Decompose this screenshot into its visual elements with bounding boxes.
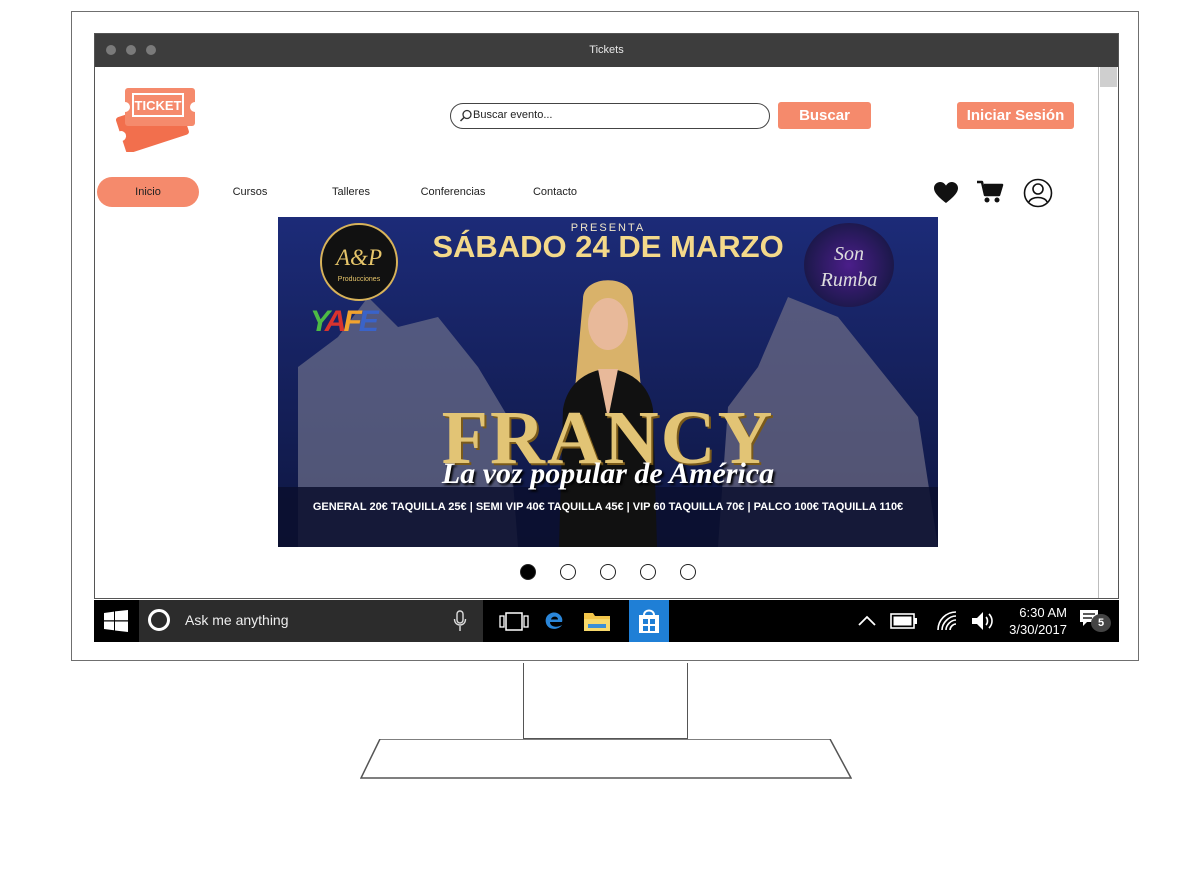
clock-time: 6:30 AM [1019,605,1067,620]
carousel-dot-5[interactable] [680,564,696,580]
clock-date: 3/30/2017 [1009,622,1067,637]
login-button[interactable]: Iniciar Sesión [957,102,1074,129]
search-input[interactable] [473,107,753,123]
windows-start-icon[interactable] [104,610,128,632]
nav-item-contacto[interactable]: Contacto [504,177,606,207]
nav-item-talleres[interactable]: Talleres [300,177,402,207]
son-rumba-logo: Son Rumba [804,223,894,307]
ap-producciones-logo: A&P Producciones [320,223,398,301]
user-icon[interactable] [1023,178,1053,208]
battery-icon[interactable] [890,613,918,629]
title-bar: Tickets [95,34,1118,67]
cart-icon[interactable] [976,180,1004,204]
ap-logo-text: A&P [336,245,382,270]
carousel-dot-3[interactable] [600,564,616,580]
monitor-base [360,739,852,779]
cortana-icon [148,609,170,631]
event-banner[interactable]: PRESENTA SÁBADO 24 DE MARZO A&P Producci… [278,217,938,547]
search-icon [459,109,472,122]
vertical-scrollbar[interactable] [1098,67,1118,598]
store-icon [639,609,659,633]
artist-tagline: La voz popular de América [441,457,775,490]
monitor-neck [523,663,688,739]
wifi-icon[interactable] [936,610,958,632]
windows-taskbar: Ask me anything 6:30 AM 3/30/2017 5 [94,600,1119,642]
window-title: Tickets [589,44,624,56]
cortana-search-box[interactable]: Ask me anything [139,600,483,642]
nav-item-conferencias[interactable]: Conferencias [402,177,504,207]
search-box[interactable] [450,103,770,129]
ap-logo-subtext: Producciones [337,276,381,283]
son-rumba-text: Son Rumba [820,243,878,291]
system-clock[interactable]: 6:30 AM 3/30/2017 [1009,604,1067,638]
nav-item-cursos[interactable]: Cursos [199,177,301,207]
ticket-prices: GENERAL 20€ TAQUILLA 25€ | SEMI VIP 40€ … [312,501,904,513]
chevron-up-icon[interactable] [858,614,876,626]
volume-icon[interactable] [971,610,997,632]
edge-browser-icon[interactable] [543,610,565,632]
scrollbar-thumb[interactable] [1100,67,1117,87]
yafe-logo: YAFE [310,305,379,338]
nav-item-inicio[interactable]: Inicio [97,177,199,207]
cortana-placeholder: Ask me anything [185,612,289,628]
carousel-dot-1[interactable] [520,564,536,580]
notification-count-badge: 5 [1091,614,1111,632]
browser-window: Tickets TICKET Buscar Iniciar Sesión Ini… [94,33,1119,599]
microphone-icon[interactable] [453,610,467,632]
carousel-dot-2[interactable] [560,564,576,580]
store-tile[interactable] [629,600,669,642]
heart-icon[interactable] [933,181,959,205]
search-button[interactable]: Buscar [778,102,871,129]
logo-text: TICKET [135,98,182,113]
ticket-logo[interactable]: TICKET [113,84,197,152]
task-view-icon[interactable] [499,612,529,632]
carousel-dot-4[interactable] [640,564,656,580]
file-explorer-icon[interactable] [583,610,611,632]
